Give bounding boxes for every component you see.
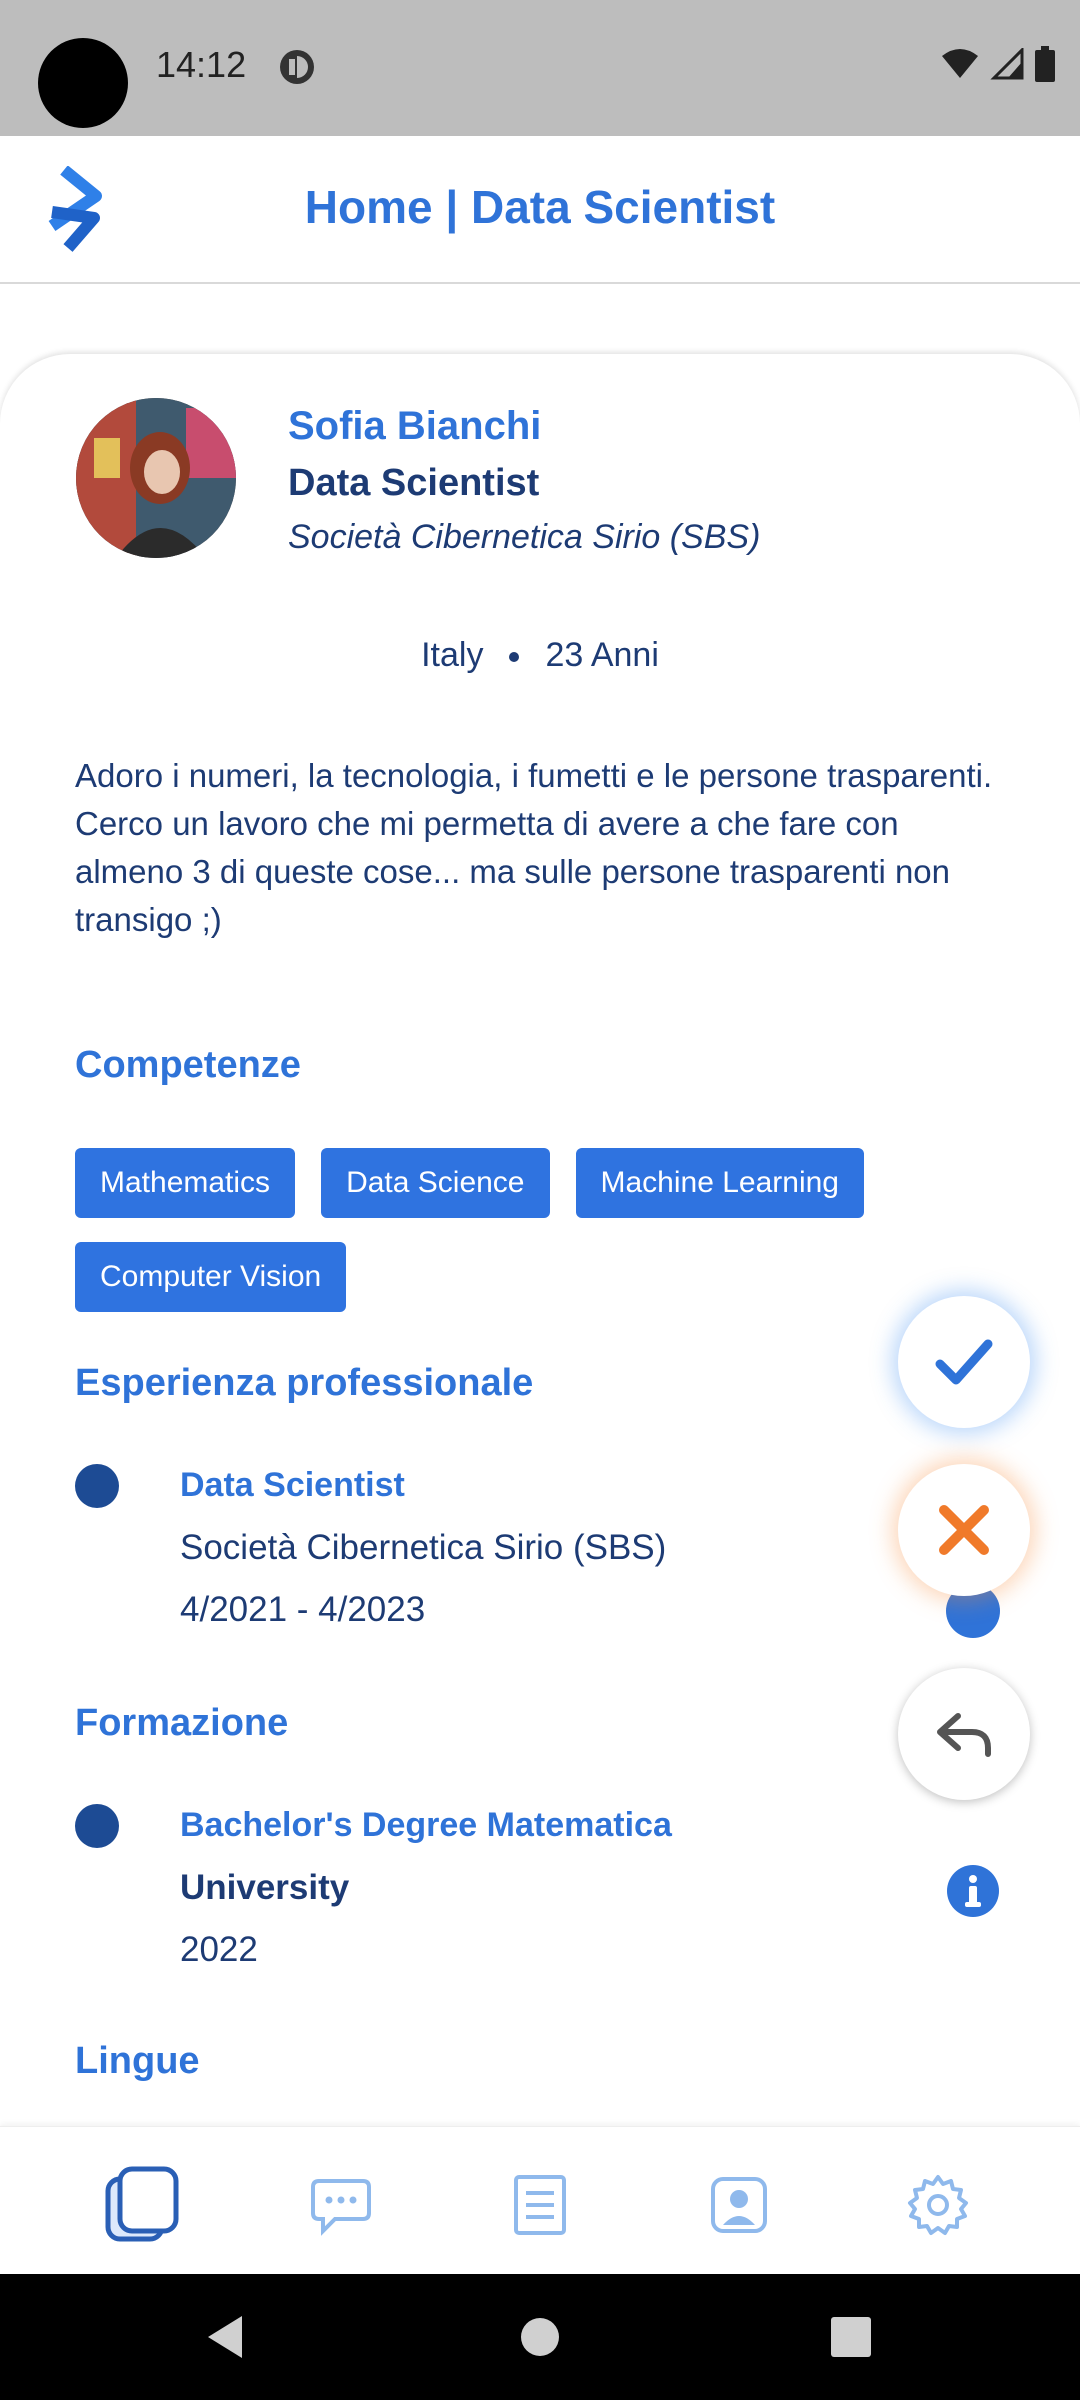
profile-age: 23 Anni (545, 636, 659, 674)
avatar-photo (76, 398, 236, 558)
page-title: Home | Data Scientist (304, 181, 776, 233)
profile-company: Società Cibernetica Sirio (SBS) (288, 518, 761, 556)
nav-chat[interactable] (301, 2165, 381, 2245)
experience-heading: Esperienza professionale (75, 1362, 534, 1404)
app-notification-icon (280, 50, 314, 84)
reply-arrow-icon (937, 1713, 991, 1757)
system-home-icon[interactable] (513, 2310, 567, 2364)
check-icon (935, 1339, 993, 1385)
nav-documents[interactable] (500, 2165, 580, 2245)
wifi-icon (942, 49, 978, 78)
status-icons (940, 46, 1056, 82)
experience-period: 4/2021 - 4/2023 (180, 1590, 426, 1629)
profile-country: Italy (421, 636, 484, 674)
education-degree: Bachelor's Degree Matematica (180, 1806, 672, 1844)
status-time: 14:12 (156, 44, 247, 85)
timeline-dot (75, 1464, 119, 1508)
app-header: Home | Data Scientist (0, 136, 1080, 284)
timeline-dot (75, 1804, 119, 1848)
experience-company: Società Cibernetica Sirio (SBS) (180, 1528, 667, 1567)
profile-name: Sofia Bianchi (288, 404, 542, 448)
document-icon (514, 2175, 566, 2235)
profile-bio: Adoro i numeri, la tecnologia, i fumetti… (75, 757, 993, 938)
chat-icon (311, 2179, 371, 2236)
education-heading: Formazione (75, 1702, 289, 1744)
skill-chip[interactable]: Computer Vision (75, 1242, 347, 1312)
close-icon (939, 1505, 989, 1555)
experience-role: Data Scientist (180, 1466, 405, 1504)
skill-chip[interactable]: Data Science (321, 1148, 550, 1218)
profile-card: Sofia Bianchi Data Scientist Società Cib… (0, 354, 1080, 2154)
languages-heading: Lingue (75, 2040, 200, 2082)
info-icon[interactable] (946, 1864, 1000, 1918)
gear-icon (908, 2175, 968, 2235)
skill-chip[interactable]: Mathematics (75, 1148, 296, 1218)
system-recents-icon[interactable] (824, 2310, 878, 2364)
nav-cards[interactable] (102, 2165, 182, 2245)
education-institution: University (180, 1868, 350, 1907)
camera-cutout (38, 38, 128, 128)
battery-icon (1035, 46, 1055, 82)
system-nav-bar (0, 2274, 1080, 2400)
nav-profile[interactable] (699, 2165, 779, 2245)
profile-icon (711, 2177, 767, 2233)
skill-chip[interactable]: Machine Learning (575, 1148, 864, 1218)
profile-meta: Italy 23 Anni (0, 636, 1080, 675)
back-button[interactable] (898, 1668, 1030, 1800)
education-year: 2022 (180, 1930, 258, 1969)
avatar[interactable] (76, 398, 236, 558)
skills-heading: Competenze (75, 1044, 301, 1086)
status-bar: 14:12 (0, 0, 1080, 136)
reject-button[interactable] (898, 1464, 1030, 1596)
signal-icon (990, 48, 1024, 80)
profile-job-title: Data Scientist (288, 462, 540, 504)
skills-list: Mathematics Data Science Machine Learnin… (75, 1148, 975, 1312)
nav-settings[interactable] (898, 2165, 978, 2245)
cards-icon (105, 2166, 179, 2242)
system-back-icon[interactable] (198, 2310, 252, 2364)
meta-separator (509, 652, 520, 663)
accept-button[interactable] (898, 1296, 1030, 1428)
bottom-nav (0, 2126, 1080, 2274)
